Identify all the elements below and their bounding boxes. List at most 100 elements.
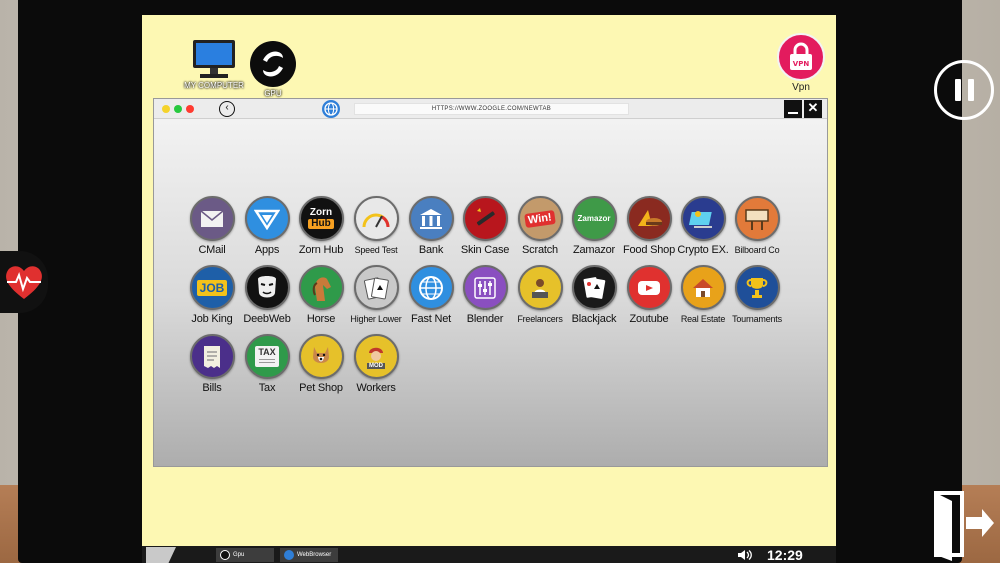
- job-king-text: JOB: [196, 279, 228, 296]
- app-food-shop[interactable]: Food Shop: [619, 196, 679, 256]
- app-bilboard-co[interactable]: Bilboard Co: [727, 196, 787, 255]
- app-label: Scratch: [522, 244, 558, 256]
- app-label: Bank: [418, 244, 444, 256]
- app-crypto-ex[interactable]: Crypto EX.: [673, 196, 733, 256]
- gpu-small-icon: [220, 550, 230, 560]
- taskbar-item-webbrowser[interactable]: WebBrowser: [280, 548, 338, 562]
- app-bank[interactable]: Bank: [401, 196, 461, 256]
- app-freelancers[interactable]: Freelancers: [510, 265, 570, 324]
- apps-store-icon: [244, 196, 290, 241]
- blender-icon: [462, 265, 508, 310]
- app-label: Pet Shop: [299, 382, 343, 394]
- mail-icon: [189, 196, 235, 241]
- billboard-icon: [734, 196, 780, 241]
- app-higher-lower[interactable]: Higher Lower: [346, 265, 406, 324]
- real-estate-icon: [680, 265, 726, 310]
- app-label: Workers: [356, 382, 396, 394]
- taskbar-item-label: Gpu: [233, 552, 245, 558]
- scratch-win-icon: Win!: [517, 196, 563, 241]
- close-button[interactable]: ✕: [804, 100, 822, 118]
- app-label: Fast Net: [411, 313, 451, 325]
- volume-icon[interactable]: [737, 549, 753, 561]
- app-pet-shop[interactable]: Pet Shop: [291, 334, 351, 394]
- pause-button[interactable]: [934, 60, 994, 120]
- horse-icon: [298, 265, 344, 310]
- workers-mod-text: MOD: [367, 362, 385, 369]
- app-bills[interactable]: Bills: [182, 334, 242, 394]
- taskbar-item-gpu[interactable]: Gpu: [216, 548, 274, 562]
- app-zorn-hub[interactable]: Zorn Hub Zorn Hub: [291, 196, 351, 256]
- exit-door-button[interactable]: [930, 487, 996, 561]
- trophy-icon: [734, 265, 780, 310]
- app-label: Zoutube: [629, 313, 669, 325]
- zornhub-text-bottom: Hub: [308, 219, 334, 229]
- desktop-icon-label: MY COMPUTER: [184, 81, 244, 90]
- app-label: Bilboard Co: [734, 245, 780, 255]
- pet-shop-icon: [298, 334, 344, 379]
- app-tax[interactable]: TAX Tax: [237, 334, 297, 394]
- workers-icon: MOD: [353, 334, 399, 379]
- app-deebweb[interactable]: DeebWeb: [237, 265, 297, 325]
- desktop-icon-my-computer[interactable]: MY COMPUTER: [184, 38, 244, 90]
- app-label: Higher Lower: [350, 314, 402, 324]
- app-fast-net[interactable]: Fast Net: [401, 265, 461, 325]
- vpn-lock-icon: VPN: [777, 33, 825, 81]
- app-scratch[interactable]: Win! Scratch: [510, 196, 570, 256]
- window-dot-red[interactable]: [186, 105, 194, 113]
- app-zoutube[interactable]: Zoutube: [619, 265, 679, 325]
- zornhub-text-top: Zorn: [309, 207, 333, 218]
- food-shop-icon: [626, 196, 672, 241]
- app-speed-test[interactable]: Speed Test: [346, 196, 406, 255]
- address-bar[interactable]: HTTPS://WWW.ZOOGLE.COM/NEWTAB: [354, 103, 629, 115]
- app-label: CMail: [198, 244, 226, 256]
- speedometer-icon: [353, 196, 399, 241]
- app-label: Food Shop: [622, 244, 676, 256]
- app-real-estate[interactable]: Real Estate: [673, 265, 733, 324]
- app-apps[interactable]: Apps: [237, 196, 297, 256]
- app-cmail[interactable]: CMail: [182, 196, 242, 256]
- scratch-win-text: Win!: [524, 209, 556, 228]
- app-label: Skin Case: [460, 244, 510, 256]
- app-job-king[interactable]: JOB Job King: [182, 265, 242, 325]
- window-dot-green[interactable]: [174, 105, 182, 113]
- app-label: DeebWeb: [243, 313, 291, 325]
- back-button[interactable]: ‹: [219, 101, 235, 117]
- app-label: Blackjack: [571, 313, 617, 325]
- app-label: Horse: [306, 313, 336, 325]
- job-king-icon: JOB: [189, 265, 235, 310]
- app-skin-case[interactable]: Skin Case: [455, 196, 515, 256]
- app-tournaments[interactable]: Tournaments: [727, 265, 787, 324]
- health-button[interactable]: [0, 251, 48, 313]
- heart-rate-icon: [6, 266, 42, 299]
- blackjack-icon: [571, 265, 617, 310]
- app-workers[interactable]: MOD Workers: [346, 334, 406, 394]
- window-dot-yellow[interactable]: [162, 105, 170, 113]
- app-label: Real Estate: [680, 314, 726, 324]
- tax-text: TAX: [258, 347, 276, 357]
- globe-icon[interactable]: [322, 100, 340, 118]
- app-blender[interactable]: Blender: [455, 265, 515, 325]
- crypto-exchange-icon: [680, 196, 726, 241]
- vpn-badge-text: VPN: [793, 60, 810, 68]
- desktop-icon-label: GPU: [264, 89, 282, 98]
- app-label: Tournaments: [732, 314, 782, 324]
- app-label: Blender: [466, 313, 504, 325]
- zamazor-text: Zamazor: [577, 214, 611, 223]
- start-button[interactable]: [146, 547, 176, 563]
- desktop-icon-vpn[interactable]: VPN Vpn: [774, 33, 828, 93]
- app-zamazor[interactable]: Zamazor Zamazor: [564, 196, 624, 256]
- app-blackjack[interactable]: Blackjack: [564, 265, 624, 325]
- app-horse[interactable]: Horse: [291, 265, 351, 325]
- app-label: Apps: [254, 244, 280, 256]
- fast-net-icon: [408, 265, 454, 310]
- gpu-app-icon: [250, 41, 296, 87]
- globe-small-icon: [284, 550, 294, 560]
- minimize-button[interactable]: [784, 100, 802, 118]
- skin-case-icon: [462, 196, 508, 241]
- desktop-icon-gpu[interactable]: GPU: [246, 40, 300, 98]
- zamazor-icon: Zamazor: [571, 196, 617, 241]
- cards-icon: [353, 265, 399, 310]
- pause-bar: [967, 79, 974, 101]
- pause-bar: [954, 79, 961, 101]
- app-label: Bills: [202, 382, 222, 394]
